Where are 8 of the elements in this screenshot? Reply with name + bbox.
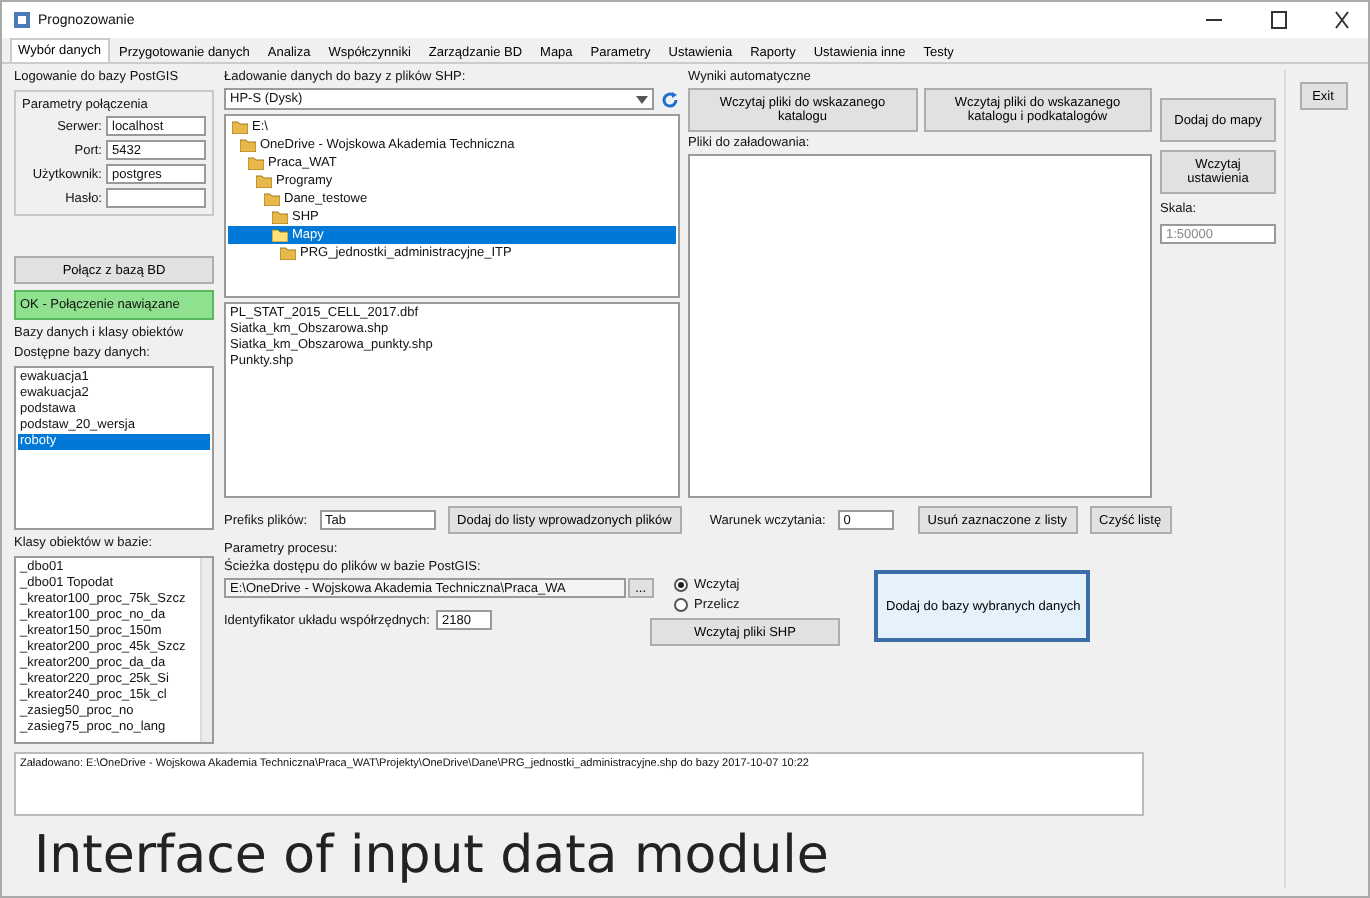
radio-icon[interactable] bbox=[674, 598, 688, 612]
caption: Interface of input data module bbox=[32, 824, 831, 888]
refresh-icon[interactable] bbox=[660, 89, 680, 109]
app-icon bbox=[14, 12, 30, 28]
input-field[interactable] bbox=[106, 188, 206, 208]
scrollbar[interactable] bbox=[200, 558, 212, 742]
caret-icon bbox=[636, 95, 648, 103]
radio-icon[interactable] bbox=[674, 578, 688, 592]
